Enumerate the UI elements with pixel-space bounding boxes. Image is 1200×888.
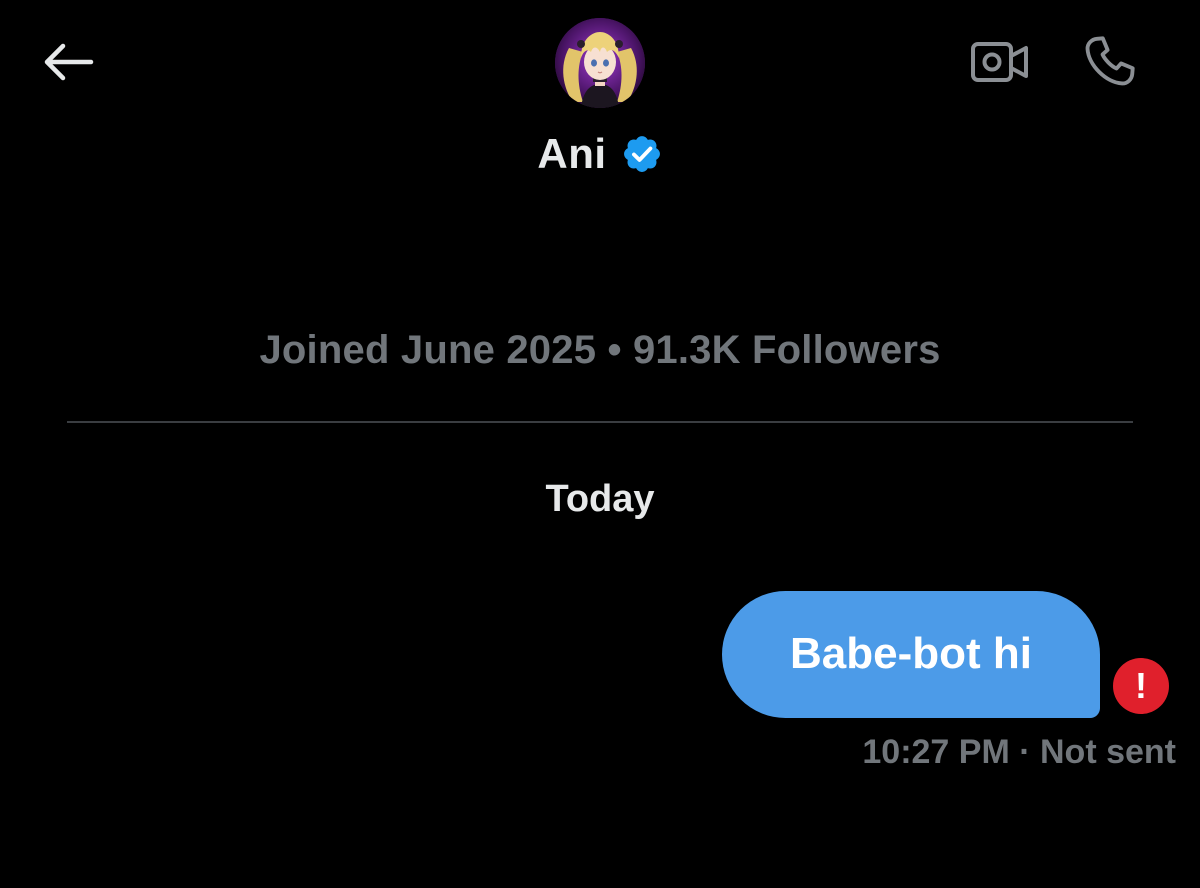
- message-status: 10:27 PM · Not sent: [862, 733, 1176, 771]
- arrow-left-icon: [44, 43, 94, 81]
- back-button[interactable]: [38, 36, 98, 88]
- phone-icon: [1085, 36, 1135, 86]
- verified-badge-icon: [621, 133, 663, 175]
- video-call-button[interactable]: [964, 34, 1036, 90]
- date-separator: Today: [545, 478, 655, 520]
- message-bubble-outgoing[interactable]: Babe-bot hi: [722, 591, 1100, 718]
- avatar[interactable]: [555, 18, 645, 108]
- divider: [67, 421, 1133, 423]
- message-text: Babe-bot hi: [790, 628, 1032, 678]
- voice-call-button[interactable]: [1076, 28, 1144, 94]
- avatar-image: [555, 18, 645, 108]
- contact-name: Ani: [537, 130, 607, 177]
- exclamation-error-icon[interactable]: !: [1113, 658, 1169, 714]
- video-camera-icon: [971, 42, 1028, 82]
- profile-meta: Joined June 2025 • 91.3K Followers: [259, 328, 941, 372]
- contact-name-row[interactable]: Ani: [0, 124, 1200, 184]
